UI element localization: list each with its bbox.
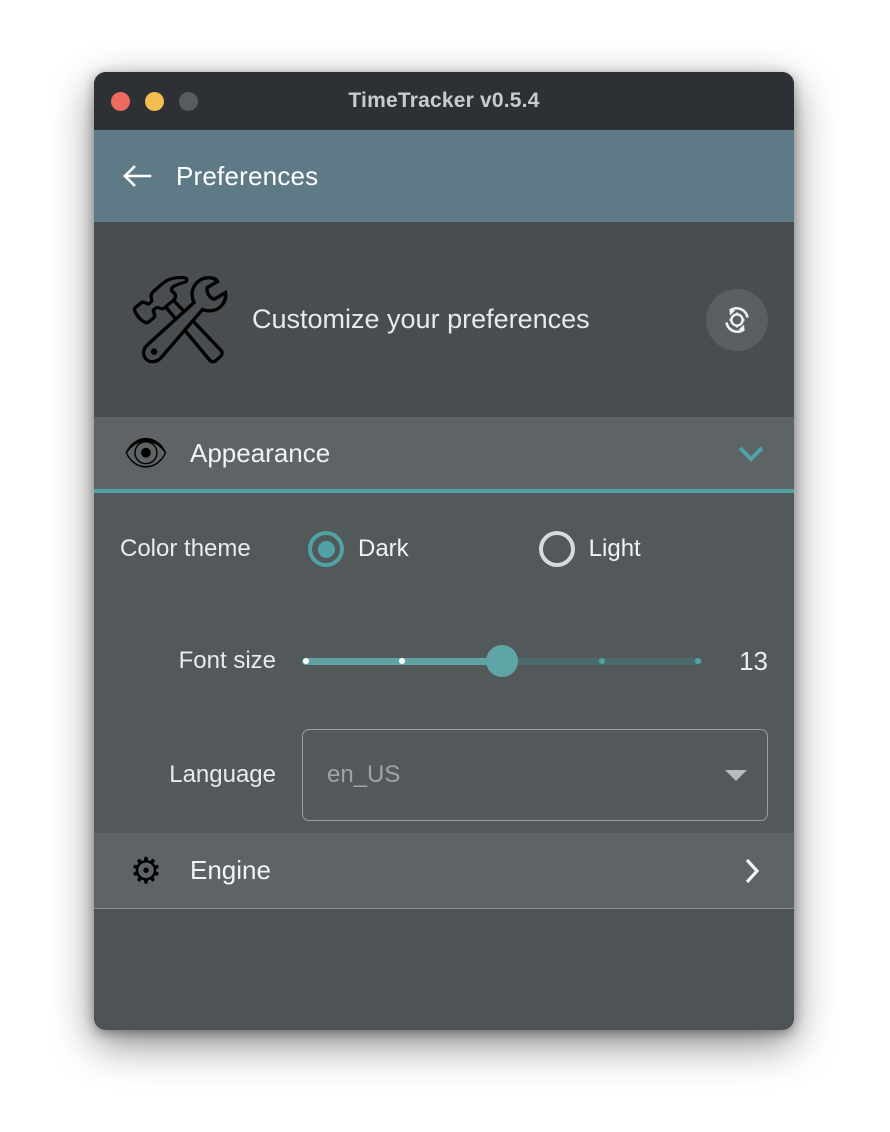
section-body-appearance: Color theme Dark Light Font size 13 Lang… [94,493,794,833]
title-bar: TimeTracker v0.5.4 [94,72,794,130]
color-theme-row: Color theme Dark Light [94,493,794,605]
slider-tick [695,658,701,664]
radio-light-label: Light [588,535,641,562]
slider-thumb[interactable] [486,645,518,677]
chevron-down-icon[interactable] [734,436,768,470]
app-bar: Preferences [94,130,794,222]
radio-dark-label: Dark [358,535,409,562]
radio-light-mark[interactable] [538,531,575,567]
section-header-engine[interactable]: ⚙ Engine [94,833,794,909]
radio-option-light[interactable]: Light [538,531,641,567]
dropdown-caret-icon [725,769,747,781]
chevron-right-glyph [745,858,760,883]
minimize-window-button[interactable] [145,91,164,111]
font-size-row: Font size 13 [94,605,794,717]
font-size-label: Font size [178,647,276,674]
language-select[interactable]: en_US [302,729,768,821]
language-row: Language en_US [94,717,794,833]
color-theme-label: Color theme [120,535,251,562]
hero-banner: 🛠 Customize your preferences [94,222,794,417]
window-title: TimeTracker v0.5.4 [348,89,540,112]
radio-dark-dot [317,540,335,558]
wrench-and-gear-icon: 🛠 [125,271,235,368]
chevron-right-icon[interactable] [734,854,768,888]
radio-option-dark[interactable]: Dark [308,531,409,567]
hero-text: Customize your preferences [252,304,590,334]
language-value: en_US [327,761,401,788]
reset-preferences-button[interactable] [706,288,768,351]
font-size-slider[interactable] [302,641,702,681]
section-title-appearance: Appearance [190,437,331,468]
back-button[interactable] [120,159,154,193]
window-footer [94,909,794,1030]
zoom-window-button[interactable] [179,91,198,111]
slider-tick [599,658,605,664]
gears-icon: ⚙ [129,849,163,891]
slider-tick [399,658,405,664]
app-window: TimeTracker v0.5.4 Preferences 🛠 Customi… [94,72,794,1030]
radio-dark-mark[interactable] [308,531,344,567]
chevron-down-glyph [738,446,764,462]
appearance-eye-gear-icon: 👁 [123,432,169,473]
slider-tick [303,658,309,664]
section-header-appearance[interactable]: 👁 Appearance [94,417,794,493]
font-size-value: 13 [739,645,768,676]
restore-settings-icon [725,306,749,333]
traffic-lights [111,91,198,111]
section-title-engine: Engine [190,855,271,885]
language-label: Language [169,761,276,788]
page-title: Preferences [176,160,319,191]
close-window-button[interactable] [111,91,130,111]
arrow-left-icon [123,165,152,187]
